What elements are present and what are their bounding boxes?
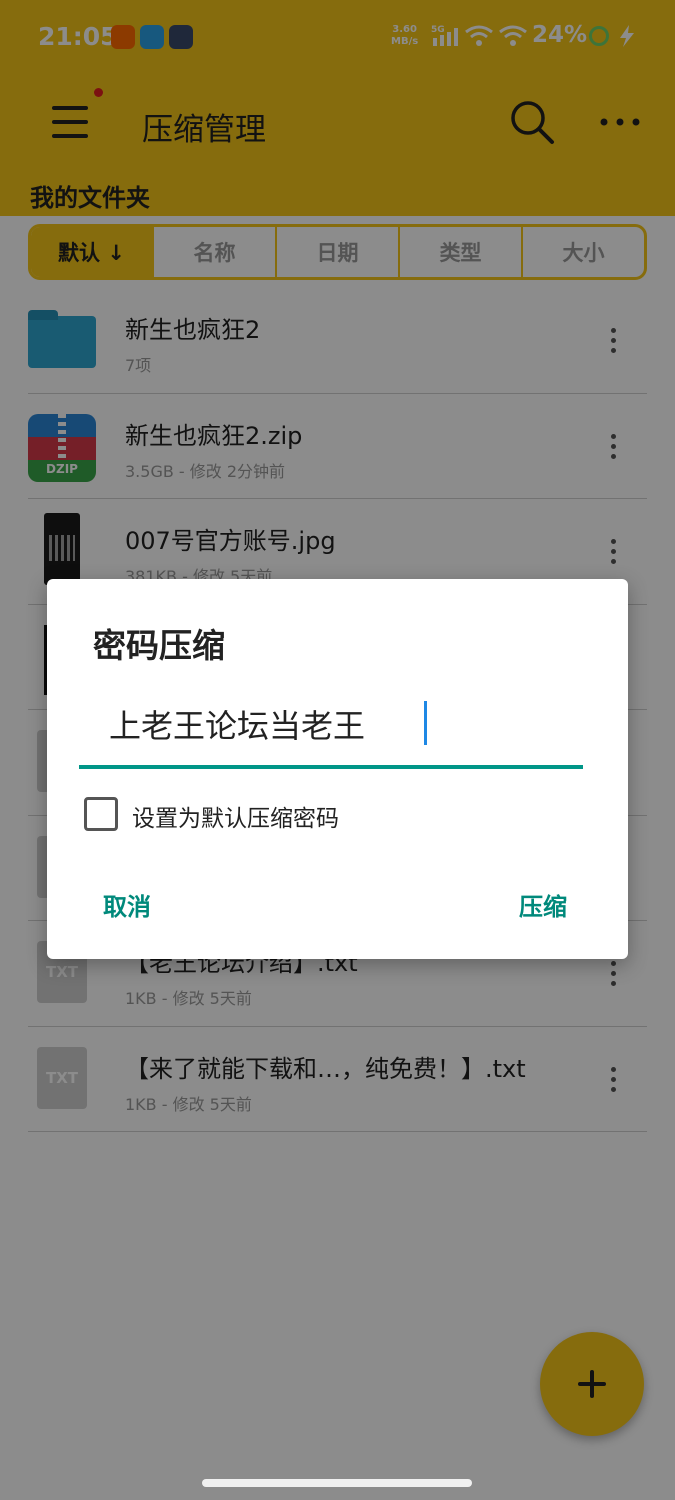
- checkbox-label[interactable]: 设置为默认压缩密码: [132, 799, 339, 833]
- dialog-title: 密码压缩: [93, 626, 225, 665]
- text-caret: [424, 701, 427, 745]
- password-compress-dialog: 密码压缩 设置为默认压缩密码 取消 压缩: [47, 579, 628, 959]
- gesture-bar[interactable]: [202, 1479, 472, 1487]
- cancel-button[interactable]: 取消: [103, 887, 151, 922]
- default-password-checkbox[interactable]: [84, 797, 118, 831]
- password-input[interactable]: [79, 683, 583, 769]
- compress-button[interactable]: 压缩: [519, 887, 567, 922]
